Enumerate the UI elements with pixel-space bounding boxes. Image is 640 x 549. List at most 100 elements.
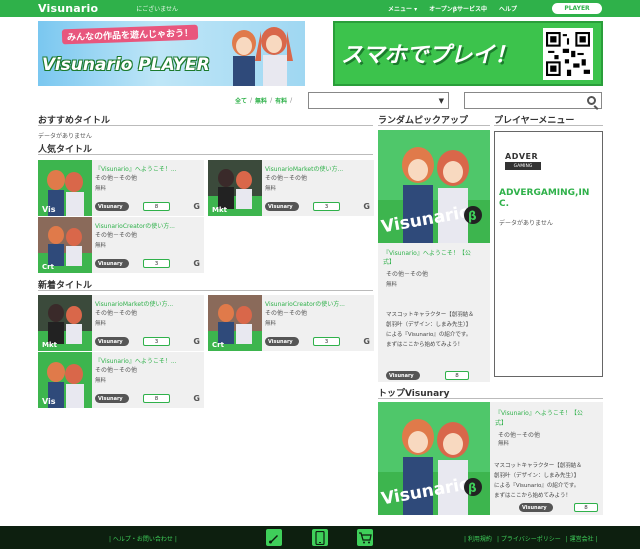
svg-text:Crt: Crt — [42, 263, 55, 271]
title-thumbnail: Crt — [208, 295, 262, 351]
privacy-link[interactable]: | プライバシーポリシー — [497, 534, 561, 543]
card-title[interactable]: VisunarioCreatorの使い方... — [265, 299, 371, 308]
visunary-badge: Visunary — [95, 337, 129, 346]
smartphone-banner-title: スマホでプレイ！ — [341, 43, 517, 68]
title-thumbnail: Vis — [38, 160, 92, 216]
g-icon: G — [193, 259, 200, 268]
svg-text:Vis: Vis — [42, 205, 56, 214]
player-banner[interactable]: みんなの作品を遊んじゃおう！ Visunario PLAYER — [38, 21, 305, 86]
divider — [38, 125, 373, 126]
card-genre: その他－その他 — [265, 310, 308, 317]
publisher-name[interactable]: ADVERGAMING,INC. — [499, 188, 599, 210]
divider — [378, 398, 603, 399]
g-icon: G — [193, 337, 200, 346]
cart-icon[interactable] — [357, 529, 373, 546]
footer-help-link[interactable]: | ヘルプ・お問い合わせ | — [109, 534, 177, 543]
visunary-count: 8 — [143, 394, 170, 403]
divider — [38, 154, 373, 155]
nav-help[interactable]: ヘルプ — [499, 4, 517, 13]
pickup-title-line2[interactable]: 式】 — [383, 257, 395, 266]
top-visunary-title-line2[interactable]: 式】 — [495, 418, 507, 427]
qr-code-image — [543, 28, 593, 80]
smartphone-banner[interactable]: スマホでプレイ！ — [333, 21, 603, 86]
g-icon: G — [193, 394, 200, 403]
title-card[interactable]: Vis 『Visunario』へようこそ！... その他－その他 無料 Visu… — [38, 352, 204, 408]
category-select[interactable]: ▼ — [308, 92, 449, 109]
visunary-badge: Visunary — [265, 337, 299, 346]
visunary-badge: Visunary — [519, 503, 553, 512]
visunary-count: 8 — [445, 371, 469, 380]
smartphone-icon[interactable] — [312, 529, 328, 546]
visunary-badge: Visunary — [95, 202, 129, 211]
visunary-count: 3 — [313, 202, 340, 211]
card-title[interactable]: 『Visunario』へようこそ！... — [95, 164, 201, 173]
visunary-count: 3 — [143, 337, 170, 346]
divider — [494, 125, 603, 126]
pickup-description: マスコットキャラクター【創羽結＆ 創羽叶（デザイン：しまみ先生）】 による『Vi… — [386, 312, 474, 348]
card-title[interactable]: 『Visunario』へようこそ！... — [95, 356, 201, 365]
top-visunary-price: 無料 — [498, 441, 510, 447]
site-logo[interactable]: Visunario — [38, 2, 98, 15]
brush-icon[interactable] — [266, 529, 282, 546]
player-button[interactable]: PLAYER — [552, 3, 602, 14]
footer: | ヘルプ・お問い合わせ | | 利用規約 | プライバシーポリシー | 運営会… — [0, 526, 640, 549]
card-genre: その他－その他 — [95, 232, 138, 239]
card-title[interactable]: VisunarioCreatorの使い方... — [95, 221, 201, 230]
card-price: 無料 — [265, 186, 277, 192]
divider — [378, 125, 490, 126]
g-icon: G — [363, 337, 370, 346]
player-menu-no-data: データがありません — [499, 220, 553, 227]
filter-free[interactable]: 無料 — [255, 96, 267, 105]
card-genre: その他－その他 — [265, 175, 308, 182]
card-price: 無料 — [265, 321, 277, 327]
title-thumbnail: Crt — [38, 217, 92, 273]
title-card[interactable]: Crt VisunarioCreatorの使い方... その他－その他 無料 V… — [208, 295, 374, 351]
visunary-count: 3 — [313, 337, 340, 346]
banner-title: Visunario PLAYER — [42, 55, 210, 75]
card-genre: その他－その他 — [95, 367, 138, 374]
visunary-count: 3 — [143, 259, 170, 268]
visunary-badge: Visunary — [95, 394, 129, 403]
card-price: 無料 — [95, 378, 107, 384]
card-title[interactable]: VisunarioMarketの使い方... — [95, 299, 201, 308]
title-card[interactable]: Mkt VisunarioMarketの使い方... その他－その他 無料 Vi… — [38, 295, 204, 351]
card-title[interactable]: VisunarioMarketの使い方... — [265, 164, 371, 173]
title-thumbnail: Mkt — [38, 295, 92, 351]
pickup-price: 無料 — [386, 282, 398, 288]
visunary-count: 8 — [574, 503, 598, 512]
search-input[interactable] — [464, 92, 602, 109]
pickup-genre: その他－その他 — [386, 271, 429, 278]
random-pickup-card[interactable]: Visunario β 『Visunario』へようこそ！【公 式】 その他－その… — [378, 130, 490, 382]
chevron-down-icon: ▼ — [438, 96, 444, 105]
svg-text:β: β — [468, 209, 477, 223]
search-icon[interactable] — [587, 96, 596, 105]
title-card[interactable]: Vis 『Visunario』へようこそ！... その他－その他 無料 Visu… — [38, 160, 204, 216]
svg-text:Mkt: Mkt — [42, 341, 58, 349]
advergaming-logo[interactable]: ADVER GAMING — [505, 152, 543, 176]
g-icon: G — [363, 202, 370, 211]
top-visunary-thumbnail[interactable]: Visunario β — [378, 402, 490, 515]
terms-link[interactable]: | 利用規約 — [464, 534, 492, 543]
company-link[interactable]: | 運営会社 | — [566, 534, 598, 543]
g-icon: G — [193, 202, 200, 211]
filter-paid[interactable]: 有料 — [275, 96, 287, 105]
visunary-badge: Visunary — [265, 202, 299, 211]
visunary-badge: Visunary — [386, 371, 420, 380]
title-thumbnail: Vis — [38, 352, 92, 408]
pickup-title-line1[interactable]: 『Visunario』へようこそ！【公 — [383, 248, 471, 257]
title-card[interactable]: Crt VisunarioCreatorの使い方... その他－その他 無料 V… — [38, 217, 204, 273]
nav-open-beta[interactable]: オープンβサービス中 — [429, 4, 487, 13]
filter-all[interactable]: 全て — [235, 96, 247, 105]
card-price: 無料 — [95, 321, 107, 327]
title-card[interactable]: Mkt VisunarioMarketの使い方... その他－その他 無料 Vi… — [208, 160, 374, 216]
banner-catchphrase: みんなの作品を遊んじゃおう！ — [61, 24, 199, 45]
top-visunary-card[interactable]: Visunario β 『Visunario』へようこそ！【公 式】 その他－その… — [378, 402, 603, 515]
divider — [38, 290, 373, 291]
recommended-no-data: データがありません — [38, 133, 92, 140]
pickup-thumbnail[interactable]: Visunario β — [378, 130, 490, 243]
top-visunary-title-line1[interactable]: 『Visunario』へようこそ！【公 — [495, 408, 583, 417]
nav-menu[interactable]: メニュー ▾ — [388, 4, 417, 13]
top-bar: Visunario にございません — [0, 0, 640, 17]
svg-text:Crt: Crt — [212, 341, 225, 349]
player-menu-box: ADVER GAMING ADVERGAMING,INC. データがありません — [494, 131, 603, 377]
